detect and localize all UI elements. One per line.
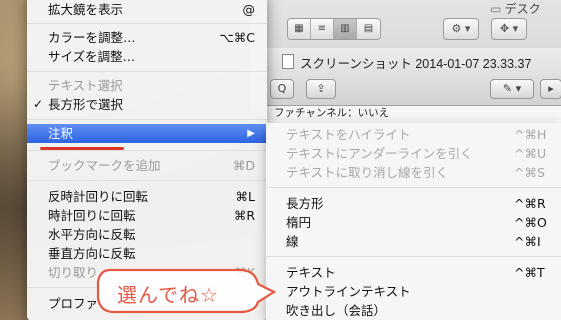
icon-view-icon[interactable]: ▦ xyxy=(288,19,311,39)
menu-item-rotate-right[interactable]: 時計回りに回転 ⌘R xyxy=(27,206,267,225)
menu-item-add-bookmark[interactable]: ブックマークを追加 ⌘D xyxy=(27,156,267,175)
red-underline-annotation xyxy=(40,147,124,150)
view-mode-segment[interactable]: ▦ ≡ ▥ ▤ xyxy=(287,18,381,40)
submenu-item-outline-text[interactable]: アウトラインテキスト xyxy=(266,282,561,301)
menu-item-rectangular-selection[interactable]: ✓ 長方形で選択 xyxy=(27,95,267,114)
menu-item-adjust-size[interactable]: サイズを調整… xyxy=(27,47,267,66)
menu-item-label: 注釈 xyxy=(48,126,74,141)
submenu-item-label: 楕円 xyxy=(286,215,312,230)
menu-item-show-magnifier[interactable]: 拡大鏡を表示 @ xyxy=(27,0,267,19)
document-icon xyxy=(282,54,294,69)
preview-titlebar: スクリーンショット 2014-01-07 23.33.37 Q ⇪ ✎ ▾ ▸ xyxy=(266,48,561,106)
action-gear-button[interactable]: ⚙ ▾ xyxy=(443,18,479,40)
column-view-icon[interactable]: ▥ xyxy=(334,19,357,39)
alpha-channel-status: ファチャンネル：いいえ xyxy=(266,106,561,120)
submenu-item-label: テキストに取り消し線を引く xyxy=(286,165,449,180)
menu-item-shortcut: ⌘R xyxy=(233,208,255,223)
menu-separator xyxy=(27,180,267,181)
submenu-item-underline-text[interactable]: テキストにアンダーラインを引く ^⌘U xyxy=(266,144,561,163)
share-button[interactable]: ⇪ xyxy=(306,79,336,99)
submenu-item-strikethrough-text[interactable]: テキストに取り消し線を引く ^⌘S xyxy=(266,163,561,182)
submenu-item-shortcut: ^⌘H xyxy=(514,127,547,142)
zoom-out-button[interactable]: Q xyxy=(270,79,294,99)
menu-separator xyxy=(27,71,267,72)
menu-separator xyxy=(27,119,267,120)
coverflow-view-icon[interactable]: ▤ xyxy=(357,19,380,39)
submenu-item-label: 線 xyxy=(286,234,299,249)
menu-item-label: 時計回りに回転 xyxy=(48,208,136,223)
menu-item-label: ブックマークを追加 xyxy=(48,158,161,173)
menu-item-annotate[interactable]: 注釈 ▶ xyxy=(27,124,267,143)
submenu-item-rectangle[interactable]: 長方形 ^⌘R xyxy=(266,194,561,213)
submenu-item-line[interactable]: 線 ^⌘I xyxy=(266,232,561,251)
submenu-item-label: テキストにアンダーラインを引く xyxy=(286,146,473,161)
menu-item-text-selection[interactable]: テキスト選択 xyxy=(27,76,267,95)
submenu-item-label: 長方形 xyxy=(286,196,324,211)
chevron-right-icon: ▸ xyxy=(548,82,554,95)
submenu-item-label: テキストをハイライト xyxy=(286,127,411,142)
share-icon: ⇪ xyxy=(316,82,326,95)
menu-item-label: カラーを調整… xyxy=(48,30,136,45)
menu-item-adjust-color[interactable]: カラーを調整… ⌥⌘C xyxy=(27,28,267,47)
submenu-item-shortcut: ^⌘R xyxy=(514,196,546,211)
menu-item-label: 水平方向に反転 xyxy=(48,227,136,242)
more-tools-button[interactable]: ▸ xyxy=(540,79,561,99)
list-view-icon[interactable]: ≡ xyxy=(311,19,334,39)
menu-item-label: 長方形で選択 xyxy=(48,97,124,112)
menu-item-shortcut: @ xyxy=(242,2,256,17)
annotate-tool-button[interactable]: ✎ ▾ xyxy=(490,79,534,99)
menu-item-label: 拡大鏡を表示 xyxy=(48,2,124,17)
submenu-separator xyxy=(266,187,561,188)
menu-separator xyxy=(27,150,267,151)
submenu-arrow-icon: ▶ xyxy=(247,128,255,139)
checkmark-icon: ✓ xyxy=(33,97,44,111)
menu-item-rotate-left[interactable]: 反時計回りに回転 ⌘L xyxy=(27,187,267,206)
submenu-item-shortcut: ^⌘S xyxy=(514,165,545,180)
menu-item-flip-vertical[interactable]: 垂直方向に反転 xyxy=(27,244,267,263)
menu-separator xyxy=(27,23,267,24)
annotate-submenu: テキストをハイライト ^⌘H テキストにアンダーラインを引く ^⌘U テキストに… xyxy=(266,123,561,320)
gear-icon: ⚙ ▾ xyxy=(451,22,471,35)
menu-item-label: 垂直方向に反転 xyxy=(48,246,136,261)
submenu-item-shortcut: ^⌘U xyxy=(514,146,547,161)
menu-item-label: テキスト選択 xyxy=(48,78,123,93)
submenu-item-label: テキスト xyxy=(286,265,336,280)
submenu-item-shortcut: ^⌘T xyxy=(514,265,545,280)
dropbox-button[interactable]: ✥ ▾ xyxy=(491,18,527,40)
submenu-item-shortcut: ^⌘I xyxy=(514,234,541,249)
pen-icon: ✎ ▾ xyxy=(502,82,522,95)
menu-item-label: 反時計回りに回転 xyxy=(48,189,149,204)
menu-item-shortcut: ⌥⌘C xyxy=(219,30,255,45)
menu-item-shortcut: ⌘L xyxy=(235,189,255,204)
submenu-item-label: アウトラインテキスト xyxy=(286,284,411,299)
submenu-item-shortcut: ^⌘O xyxy=(514,215,547,230)
menu-item-shortcut: ⌘D xyxy=(232,158,255,173)
finder-title: デスク xyxy=(490,0,541,17)
submenu-item-speech-bubble[interactable]: 吹き出し（会話） xyxy=(266,301,561,320)
magnifier-icon: Q xyxy=(277,82,287,95)
submenu-item-label: 吹き出し（会話） xyxy=(286,303,387,318)
submenu-item-text[interactable]: テキスト ^⌘T xyxy=(266,263,561,282)
menu-item-label: サイズを調整… xyxy=(48,49,136,64)
submenu-separator xyxy=(266,256,561,257)
preview-title: スクリーンショット 2014-01-07 23.33.37 xyxy=(300,57,532,71)
submenu-item-highlight-text[interactable]: テキストをハイライト ^⌘H xyxy=(266,125,561,144)
submenu-item-oval[interactable]: 楕円 ^⌘O xyxy=(266,213,561,232)
dropbox-icon: ✥ ▾ xyxy=(499,22,519,35)
speech-bubble-text: 選んでね☆ xyxy=(117,283,219,307)
menu-item-flip-horizontal[interactable]: 水平方向に反転 xyxy=(27,225,267,244)
